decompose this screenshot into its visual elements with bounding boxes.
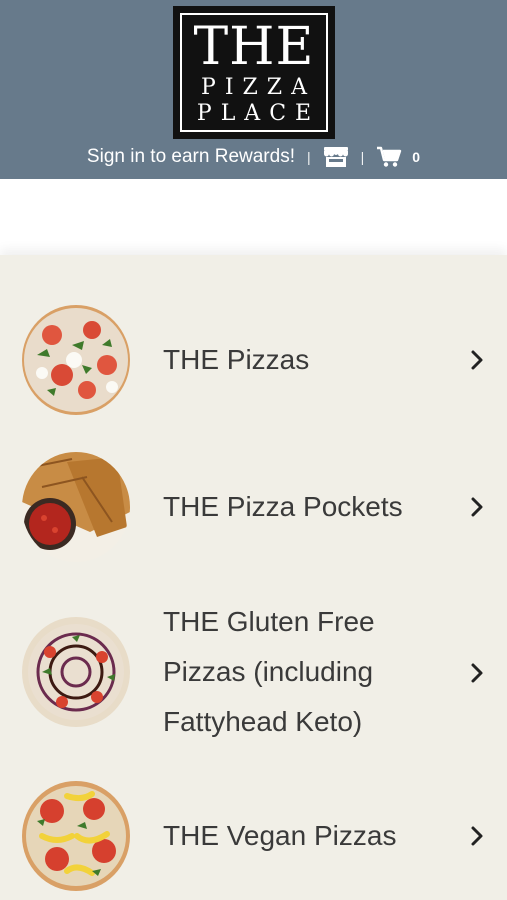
- pizza-image: [22, 305, 130, 415]
- separator: |: [360, 149, 365, 165]
- chevron-right-icon[interactable]: [470, 349, 486, 371]
- vegan-pizza-image: [22, 781, 130, 891]
- cart-count: 0: [412, 149, 421, 165]
- menu-item-label: THE Pizzas: [163, 344, 310, 375]
- gluten-free-pizza-image: [22, 617, 130, 727]
- chevron-right-icon[interactable]: [470, 825, 486, 847]
- menu-item-pizza-pockets[interactable]: THE Pizza Pockets: [0, 452, 507, 562]
- pizza-pockets-image: [22, 452, 130, 562]
- logo-line-2: PIZZA: [201, 75, 316, 100]
- menu-item-label: THE Vegan Pizzas: [163, 820, 397, 851]
- store-icon[interactable]: [323, 146, 349, 168]
- logo-line-3: PLACE: [196, 101, 321, 126]
- menu-item-pizzas[interactable]: THE Pizzas: [0, 305, 507, 415]
- category-menu: THE Pizzas THE Pizza Pockets THE Gluten …: [0, 255, 507, 900]
- menu-item-label: THE Pizza Pockets: [163, 491, 403, 522]
- spacer: [0, 179, 507, 255]
- chevron-right-icon[interactable]: [470, 662, 486, 684]
- header: THE PIZZA PLACE Sign in to earn Rewards!…: [0, 0, 507, 179]
- menu-item-vegan-pizzas[interactable]: THE Vegan Pizzas: [0, 781, 507, 891]
- sign-in-rewards-link[interactable]: Sign in to earn Rewards!: [87, 146, 295, 168]
- logo[interactable]: THE PIZZA PLACE: [173, 6, 335, 139]
- logo-frame: THE PIZZA PLACE: [180, 13, 328, 132]
- menu-item-label: THE Gluten Free Pizzas (including Fattyh…: [163, 606, 375, 737]
- utility-bar: Sign in to earn Rewards! | | 0: [0, 142, 507, 172]
- separator: |: [306, 149, 311, 165]
- menu-item-gluten-free-pizzas[interactable]: THE Gluten Free Pizzas (including Fattyh…: [0, 606, 507, 737]
- chevron-right-icon[interactable]: [470, 496, 486, 518]
- logo-line-1: THE: [193, 17, 315, 77]
- cart-icon[interactable]: [376, 146, 402, 168]
